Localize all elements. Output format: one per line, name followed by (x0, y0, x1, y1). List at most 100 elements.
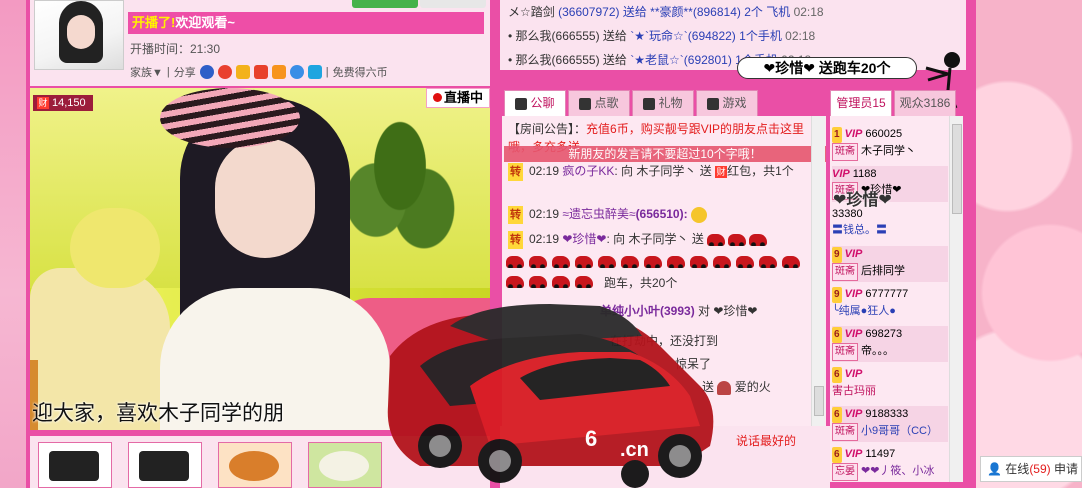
host-greeting: 开播了!欢迎观看~ (128, 12, 484, 34)
douban-icon[interactable] (271, 65, 286, 79)
car-icon (552, 276, 570, 288)
chat-scrollbar[interactable] (811, 116, 825, 426)
car-gift-rows: 跑车，共20个 (506, 252, 806, 292)
chat-username[interactable]: ≈遗忘虫醉美≈ (562, 207, 635, 221)
car-icon (667, 256, 685, 268)
tab-games[interactable]: 游戏 (696, 90, 758, 116)
family-menu[interactable]: 家族▼ (130, 64, 163, 80)
user-row[interactable]: 9 VIP 斑斋 后排同学 (832, 246, 948, 282)
car-icon (552, 256, 570, 268)
user-row[interactable]: 6 VIP 698273 斑斋 帝。。。 (832, 326, 948, 362)
chat-icon (515, 97, 528, 110)
music-icon (579, 97, 592, 110)
car-icon (707, 233, 726, 246)
chat-tabs: 公聊 点歌 礼物 游戏 (500, 90, 830, 116)
wealth-value: 14,150 (52, 97, 86, 109)
car-icon (529, 256, 547, 268)
user-row[interactable]: 6 VIP 害古玛丽 (832, 366, 948, 402)
live-label: 直播中 (443, 90, 483, 105)
car-icon (759, 256, 777, 268)
share-label: 分享 (173, 67, 196, 79)
user-row[interactable]: 6 VIP 9188333 斑斋 小9哥哥（CC） (832, 406, 948, 442)
chat-scroll-thumb[interactable] (814, 386, 824, 416)
tab-audience[interactable]: 观众3186 (894, 90, 956, 116)
online-count-bar[interactable]: 👤 在线(59) 申请 (980, 456, 1082, 482)
divider: | (166, 66, 170, 78)
repost-badge: 转 (508, 163, 523, 181)
car-icon (690, 256, 708, 268)
user-scroll-thumb[interactable] (952, 124, 962, 214)
host-tools: 家族▼ | 分享 | 免费得六币 (130, 64, 388, 80)
pengyou-icon[interactable] (307, 65, 322, 79)
star-icon[interactable] (235, 65, 250, 79)
free-coins-link[interactable]: 免费得六币 (333, 64, 388, 80)
host-avatar[interactable] (34, 0, 124, 70)
car-icon (713, 256, 731, 268)
tab-song-request[interactable]: 点歌 (568, 90, 630, 116)
car-icon (749, 233, 768, 246)
svg-text:.cn: .cn (620, 439, 649, 461)
qzone-icon[interactable] (289, 65, 304, 79)
wealth-icon: 财 (37, 97, 49, 109)
car-icon (621, 256, 639, 268)
repost-badge: 转 (508, 231, 523, 249)
divider: | (325, 66, 329, 78)
start-time: 开播时间：21:30 (130, 42, 221, 56)
car-icon (782, 256, 800, 268)
floating-username: ❤珍惜❤ (833, 192, 892, 209)
repost-badge: 转 (508, 206, 523, 224)
ticker-line: • 那么我(666555) 送给 `★`玩命☆`(694822) 1个手机 02… (508, 29, 816, 43)
thumbnail[interactable] (218, 442, 292, 488)
car-icon (575, 256, 593, 268)
ticker-line: メ☆踏剑 (36607972) 送给 **豪颜**(896814) 2个 飞机 … (508, 5, 824, 19)
chat-length-warning: 新朋友的发言请不要超过10个字哦！ (504, 146, 826, 162)
gamepad-icon (707, 97, 720, 110)
car-total: 跑车，共20个 (604, 275, 678, 290)
live-dot-icon (432, 93, 442, 102)
thumbnail[interactable] (38, 442, 112, 488)
car-icon (506, 256, 524, 268)
tab-gifts[interactable]: 礼物 (632, 90, 694, 116)
user-row[interactable]: 9 VIP 6777777 ╰纯属●狂人● (832, 286, 948, 322)
chat-message: 转 02:19 ≈遗忘虫醉美≈(656510): (508, 205, 707, 224)
wealth-badge: 财 14,150 (33, 95, 93, 111)
user-row[interactable]: 33380 〓钱总。〓 (832, 206, 948, 242)
sports-car-gift-animation: 6 .cn (387, 304, 714, 488)
tieba-icon[interactable] (253, 65, 268, 79)
person-icon: 👤 (987, 462, 1002, 476)
user-row[interactable]: 6 VIP 11497 忘晏 ❤❤丿筱、小冰 (832, 446, 948, 482)
secondary-top-button[interactable] (420, 0, 486, 8)
renren-icon[interactable] (199, 65, 214, 79)
chat-message: 转 02:19 ❤珍惜❤: 向 木子同学丶 送 (508, 230, 770, 249)
car-icon (529, 276, 547, 288)
user-row[interactable]: 1 VIP 660025 斑斋 木子同学丶 (832, 126, 948, 162)
apply-link[interactable]: 申请 (1054, 462, 1078, 476)
chat-username[interactable]: 疯の子KK (562, 164, 614, 178)
car-icon (506, 276, 524, 288)
car-row: 跑车，共20个 (506, 272, 806, 292)
user-tabs: 管理员15 观众3186 (830, 90, 966, 116)
car-icon (598, 256, 616, 268)
right-background (975, 0, 1082, 488)
car-icon (644, 256, 662, 268)
car-icon (575, 276, 593, 288)
live-badge: 直播中 (426, 88, 490, 108)
car-row (506, 252, 806, 272)
thumbnail[interactable] (308, 442, 382, 488)
chat-username[interactable]: ❤珍惜❤ (562, 232, 606, 246)
user-list-scrollbar[interactable] (949, 116, 963, 482)
red-envelope-icon: 财 (715, 166, 728, 178)
tab-public-chat[interactable]: 公聊 (504, 90, 566, 116)
greeting-prefix: 开播了! (132, 15, 176, 30)
svg-text:6: 6 (585, 426, 597, 451)
gift-icon (643, 97, 656, 110)
car-icon (728, 233, 747, 246)
chat-message: 转 02:19 疯の子KK: 向 木子同学丶 送 财红包，共1个 (508, 162, 808, 181)
weibo-icon[interactable] (217, 65, 232, 79)
smiley-icon (690, 206, 707, 223)
chat-hint: 说话最好的 (736, 434, 797, 448)
follow-button[interactable] (352, 0, 418, 8)
tab-admins[interactable]: 管理员15 (830, 90, 892, 116)
thumbnail[interactable] (128, 442, 202, 488)
greeting-suffix: 欢迎观看~ (175, 15, 235, 30)
